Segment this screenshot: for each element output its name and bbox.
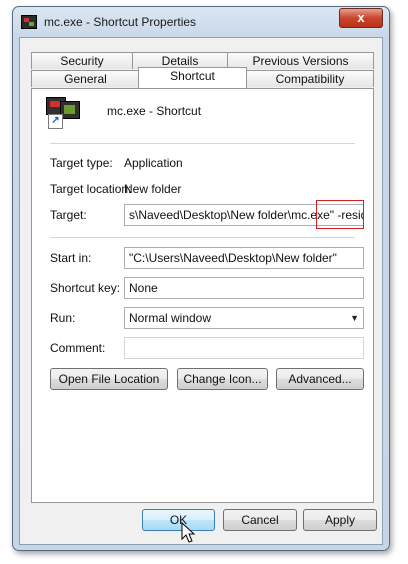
- mouse-pointer-icon: [181, 522, 196, 543]
- title-bar[interactable]: mc.exe - Shortcut Properties x: [13, 7, 389, 37]
- change-icon-button[interactable]: Change Icon...: [177, 368, 268, 390]
- ok-button[interactable]: OK: [142, 509, 215, 531]
- start-in-label: Start in:: [50, 251, 92, 265]
- comment-label: Comment:: [50, 341, 106, 355]
- app-icon: [21, 15, 37, 29]
- close-button[interactable]: x: [339, 8, 383, 28]
- target-type-label: Target type:: [50, 156, 113, 170]
- divider: [50, 237, 355, 238]
- target-label: Target:: [50, 208, 87, 222]
- run-label: Run:: [50, 311, 76, 325]
- tab-shortcut[interactable]: Shortcut: [138, 67, 247, 88]
- start-in-field[interactable]: "C:\Users\Naveed\Desktop\New folder": [124, 247, 364, 269]
- open-file-location-button[interactable]: Open File Location: [50, 368, 168, 390]
- shortcut-key-field[interactable]: None: [124, 277, 364, 299]
- tab-previous-versions[interactable]: Previous Versions: [227, 52, 374, 69]
- target-type-value: Application: [124, 156, 183, 170]
- target-location-value: New folder: [124, 182, 182, 196]
- tab-security[interactable]: Security: [31, 52, 133, 69]
- comment-field[interactable]: [124, 337, 364, 359]
- advanced-button[interactable]: Advanced...: [276, 368, 364, 390]
- tab-compatibility[interactable]: Compatibility: [246, 70, 374, 87]
- properties-window: mc.exe - Shortcut Properties x Security …: [12, 6, 390, 551]
- cancel-button[interactable]: Cancel: [223, 509, 297, 531]
- divider: [50, 143, 355, 144]
- window-title: mc.exe - Shortcut Properties: [44, 15, 197, 29]
- dialog-client-area: Security Details Previous Versions Gener…: [19, 37, 383, 545]
- shortcut-tab-page: ↗ mc.exe - Shortcut Target type: Applica…: [31, 88, 374, 503]
- apply-button[interactable]: Apply: [303, 509, 377, 531]
- shortcut-key-label: Shortcut key:: [50, 281, 121, 295]
- run-select[interactable]: Normal window ▼: [124, 307, 364, 329]
- resident-highlight-box: [316, 200, 364, 229]
- shortcut-name: mc.exe - Shortcut: [107, 104, 202, 118]
- dropdown-arrow-icon[interactable]: ▼: [350, 308, 359, 328]
- shortcut-arrow-icon: ↗: [48, 114, 63, 129]
- tab-general[interactable]: General: [31, 70, 140, 87]
- run-select-value: Normal window: [129, 311, 212, 325]
- shortcut-file-icon: ↗: [46, 97, 80, 129]
- target-location-label: Target location:: [50, 182, 132, 196]
